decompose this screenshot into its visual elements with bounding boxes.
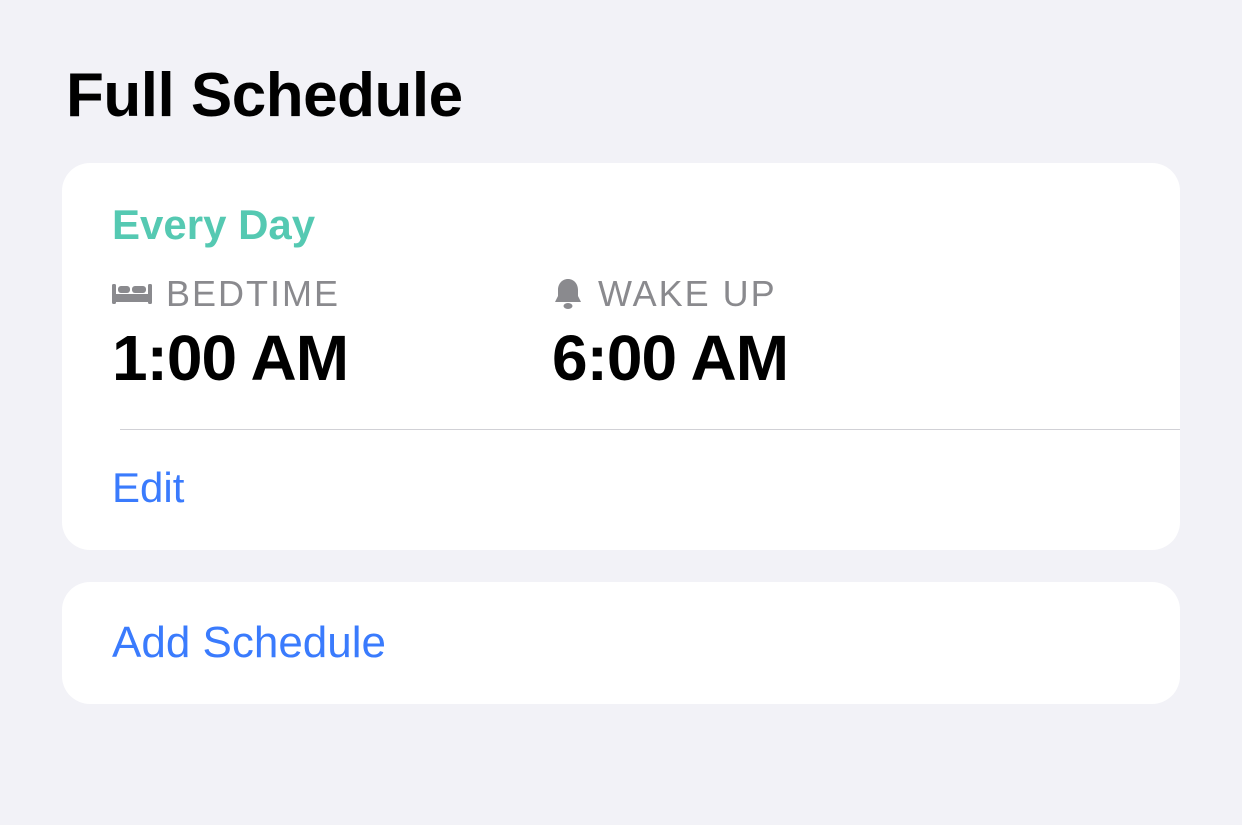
wakeup-value: 6:00 AM — [552, 321, 992, 395]
bedtime-block: BEDTIME 1:00 AM — [112, 273, 552, 395]
add-schedule-card: Add Schedule — [62, 582, 1180, 704]
add-schedule-button[interactable]: Add Schedule — [112, 618, 386, 668]
edit-button[interactable]: Edit — [112, 464, 184, 512]
page-title: Full Schedule — [66, 60, 1180, 131]
bedtime-value: 1:00 AM — [112, 321, 552, 395]
divider — [120, 429, 1180, 430]
times-row: BEDTIME 1:00 AM WAKE UP 6:00 AM — [112, 273, 1180, 395]
bed-icon — [112, 280, 152, 308]
wakeup-label: WAKE UP — [598, 273, 777, 315]
bell-icon — [552, 277, 584, 311]
schedule-card: Every Day BEDTIME 1:00 AM — [62, 163, 1180, 550]
bedtime-label: BEDTIME — [166, 273, 340, 315]
schedule-days-label: Every Day — [112, 201, 1180, 249]
wakeup-block: WAKE UP 6:00 AM — [552, 273, 992, 395]
